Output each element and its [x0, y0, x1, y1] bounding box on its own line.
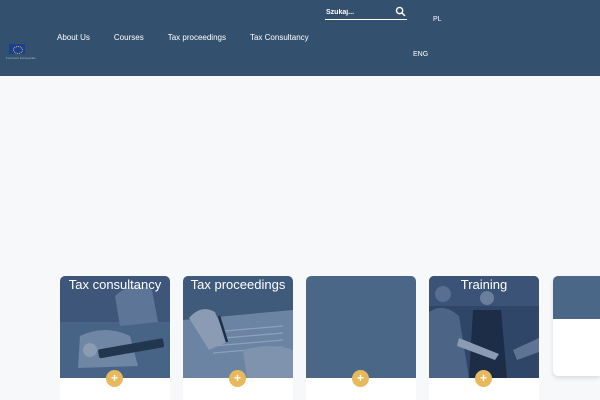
card-training[interactable]: Training + — [429, 276, 539, 400]
plus-icon[interactable]: + — [106, 370, 123, 387]
nav-courses[interactable]: Courses — [114, 33, 144, 42]
tax-proceedings-photo: Tax proceedings — [183, 276, 293, 378]
nav-about-us[interactable]: About Us — [57, 33, 90, 42]
site-header: Fundusze Europejskie About Us Courses Ta… — [0, 0, 600, 76]
card-title: Tax consultancy — [68, 277, 162, 292]
card-partial[interactable] — [553, 276, 600, 376]
search-input[interactable] — [326, 7, 392, 18]
plus-icon[interactable]: + — [229, 370, 246, 387]
logo-caption: Fundusze Europejskie — [6, 56, 36, 60]
plus-icon[interactable]: + — [352, 370, 369, 387]
card-title: Training — [460, 277, 508, 292]
plus-icon[interactable]: + — [475, 370, 492, 387]
eu-funds-logo[interactable]: Fundusze Europejskie — [6, 44, 36, 61]
nav-tax-proceedings[interactable]: Tax proceedings — [168, 33, 226, 42]
card-empty[interactable]: + — [306, 276, 416, 400]
training-photo: Training — [429, 276, 539, 378]
search-icon[interactable] — [395, 6, 406, 17]
card-title: Tax proceedings — [190, 277, 286, 292]
card-partial-header — [553, 276, 600, 319]
main-nav: About Us Courses Tax proceedings Tax Con… — [57, 33, 333, 42]
card-tax-proceedings[interactable]: Tax proceedings + — [183, 276, 293, 400]
search-box — [325, 5, 407, 20]
tax-consultancy-photo: Tax consultancy — [60, 276, 170, 378]
card-tax-consultancy[interactable]: Tax consultancy + — [60, 276, 170, 400]
eu-flag-icon — [9, 44, 25, 54]
lang-eng-link[interactable]: ENG — [413, 51, 428, 58]
lang-pl-link[interactable]: PL — [433, 16, 442, 23]
card-placeholder — [306, 276, 416, 378]
nav-tax-consultancy[interactable]: Tax Consultancy — [250, 33, 309, 42]
